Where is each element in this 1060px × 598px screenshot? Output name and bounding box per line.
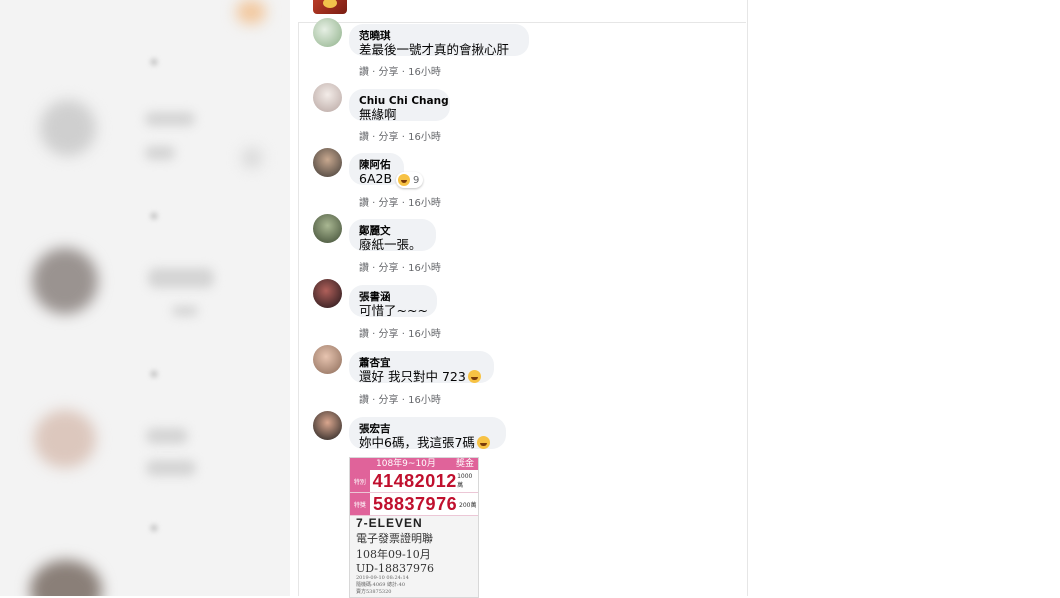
blurred-dot <box>150 212 158 220</box>
avatar[interactable] <box>313 411 342 440</box>
avatar[interactable] <box>313 214 342 243</box>
comment-text: 還好 我只對中 723 <box>359 369 484 385</box>
like-link[interactable]: 讚 <box>359 198 369 209</box>
blurred-text <box>146 460 196 476</box>
background-feed <box>0 0 290 596</box>
reaction-count[interactable]: 9 <box>396 172 424 188</box>
commenter-name[interactable]: 陳阿佑 <box>359 159 394 171</box>
blurred-avatar <box>30 560 102 596</box>
blurred-icon <box>242 148 262 168</box>
special-prize-row: 特別 41482012 1000萬 <box>350 470 478 493</box>
avatar[interactable] <box>313 148 342 177</box>
laughing-emoji-icon <box>467 370 481 383</box>
receipt-header: 108年9~10月 獎金 <box>350 458 478 470</box>
special-prize-number: 41482012 <box>372 470 457 491</box>
like-link[interactable]: 讚 <box>359 263 369 274</box>
panel-top-divider <box>298 0 746 23</box>
comment-text: 無緣啊 <box>359 107 397 122</box>
invoice-body: 7-ELEVEN 電子發票證明聯 108年09-10月 UD-18837976 … <box>350 516 478 597</box>
comment-bubble: Chiu Chi Chang 無緣啊 <box>349 89 450 122</box>
avatar[interactable] <box>313 83 342 112</box>
share-link[interactable]: 分享 <box>379 395 399 406</box>
share-link[interactable]: 分享 <box>379 329 399 340</box>
like-link[interactable]: 讚 <box>359 329 369 340</box>
comment-bubble: 蕭杏宜 還好 我只對中 723 <box>349 351 494 385</box>
like-link[interactable]: 讚 <box>359 67 369 78</box>
comment-actions: 讚 · 分享 · 16小時 <box>359 329 441 340</box>
avatar[interactable] <box>313 18 342 47</box>
timestamp[interactable]: 16小時 <box>408 329 441 340</box>
grand-prize-row: 特獎 58837976 200萬 <box>350 493 478 516</box>
comment-actions: 讚 · 分享 · 16小時 <box>359 132 441 143</box>
blurred-text <box>172 306 198 316</box>
blurred-avatar <box>32 248 98 314</box>
comment-actions: 讚 · 分享 · 16小時 <box>359 67 441 78</box>
avatar[interactable] <box>313 279 342 308</box>
timestamp[interactable]: 16小時 <box>408 67 441 78</box>
blurred-icon <box>236 0 266 24</box>
store-logo: 7-ELEVEN <box>356 516 423 530</box>
blurred-avatar <box>40 100 96 156</box>
timestamp[interactable]: 16小時 <box>408 395 441 406</box>
share-link[interactable]: 分享 <box>379 67 399 78</box>
comment-bubble: 鄭麗文 廢紙一張。 <box>349 219 436 252</box>
timestamp[interactable]: 16小時 <box>408 132 441 143</box>
crying-emoji-icon <box>476 436 490 449</box>
comment-text: 妳中6碼，我這張7碼 <box>359 435 496 451</box>
commenter-name[interactable]: 鄭麗文 <box>359 225 426 237</box>
blurred-text <box>145 112 195 126</box>
receipt-photo[interactable]: 108年9~10月 獎金 特別 41482012 1000萬 特獎 588379… <box>349 457 479 598</box>
comment-bubble: 張宏吉 妳中6碼，我這張7碼 <box>349 417 506 451</box>
haha-icon <box>398 174 410 186</box>
like-link[interactable]: 讚 <box>359 395 369 406</box>
comment-text: 6A2B <box>359 171 393 186</box>
blurred-dot <box>150 524 158 532</box>
commenter-name[interactable]: Chiu Chi Chang <box>359 95 449 107</box>
comment-text: 廢紙一張。 <box>359 237 422 252</box>
partial-avatar <box>313 0 347 14</box>
share-link[interactable]: 分享 <box>379 263 399 274</box>
comment-bubble: 張書涵 可惜了~~~ <box>349 285 437 318</box>
comment-actions: 讚 · 分享 · 16小時 <box>359 263 441 274</box>
comment-bubble: 范曉琪 差最後一號才真的會揪心肝 <box>349 24 529 57</box>
comment-text: 可惜了~~~ <box>359 303 428 318</box>
blurred-dot <box>150 58 158 66</box>
comment-actions: 讚 · 分享 · 16小時 <box>359 198 441 209</box>
comment-actions: 讚 · 分享 · 16小時 <box>359 395 441 406</box>
blurred-text <box>146 428 188 444</box>
grand-prize-number: 58837976 <box>373 493 458 514</box>
blurred-dot <box>150 370 158 378</box>
background-right <box>747 0 1060 596</box>
commenter-name[interactable]: 蕭杏宜 <box>359 357 484 369</box>
like-link[interactable]: 讚 <box>359 132 369 143</box>
avatar[interactable] <box>313 345 342 374</box>
timestamp[interactable]: 16小時 <box>408 198 441 209</box>
comment-text: 差最後一號才真的會揪心肝 <box>359 42 510 57</box>
blurred-avatar <box>34 410 96 468</box>
share-link[interactable]: 分享 <box>379 198 399 209</box>
commenter-name[interactable]: 張宏吉 <box>359 423 496 435</box>
timestamp[interactable]: 16小時 <box>408 263 441 274</box>
blurred-text <box>145 146 175 160</box>
commenter-name[interactable]: 范曉琪 <box>359 30 519 42</box>
blurred-text <box>148 268 214 288</box>
commenter-name[interactable]: 張書涵 <box>359 291 427 303</box>
share-link[interactable]: 分享 <box>379 132 399 143</box>
